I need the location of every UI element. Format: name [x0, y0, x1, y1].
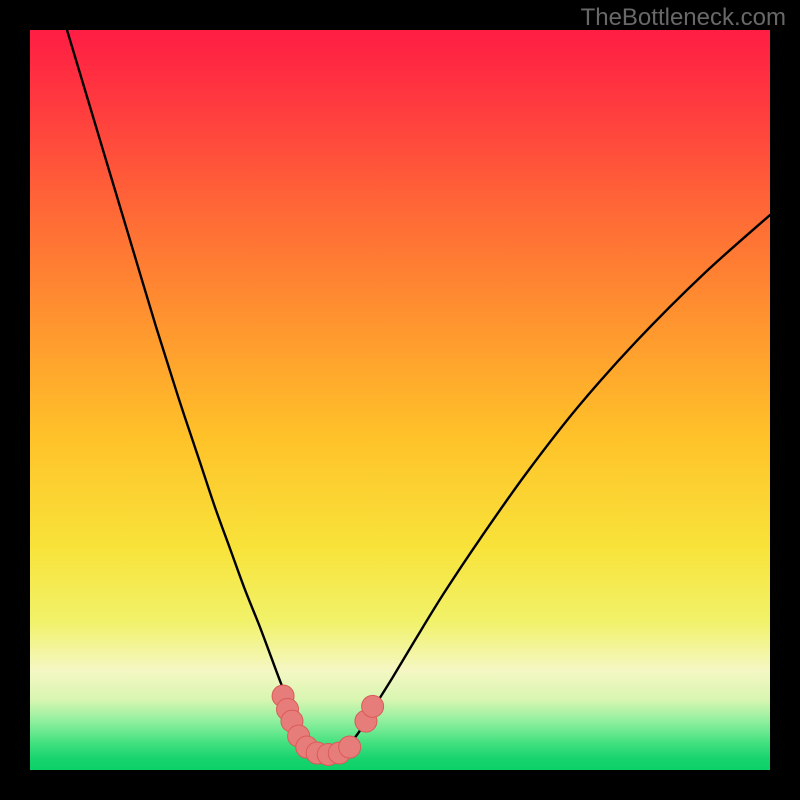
background-gradient — [30, 30, 770, 770]
chart-frame: TheBottleneck.com — [0, 0, 800, 800]
plot-area — [30, 30, 770, 770]
watermark: TheBottleneck.com — [581, 4, 786, 32]
